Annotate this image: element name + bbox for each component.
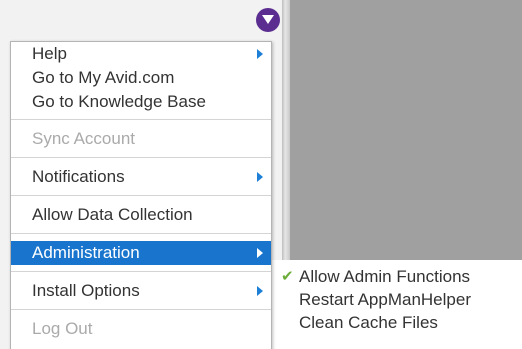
submenu-arrow-icon xyxy=(257,172,263,182)
submenu-arrow-icon xyxy=(257,286,263,296)
menu-item-label: Notifications xyxy=(32,167,125,186)
submenu-item-label: Restart AppManHelper xyxy=(299,290,471,309)
menu-item-label: Administration xyxy=(32,243,140,262)
background-window xyxy=(290,0,522,262)
submenu-arrow-icon xyxy=(257,49,263,59)
submenu-item-restart-appmanhelper[interactable]: Restart AppManHelper xyxy=(278,288,522,311)
menu-item-log-out: Log Out xyxy=(11,317,271,341)
menu-item-administration[interactable]: Administration xyxy=(11,241,271,265)
menu-item-label: Sync Account xyxy=(32,129,136,148)
help-group: Help Go to My Avid.com Go to Knowledge B… xyxy=(11,42,271,120)
submenu-item-label: Allow Admin Functions xyxy=(299,267,471,286)
install-group: Install Options xyxy=(11,272,271,310)
submenu-item-label: Clean Cache Files xyxy=(299,313,438,332)
sync-group: Sync Account xyxy=(11,120,271,158)
chevron-down-icon xyxy=(262,15,274,24)
data-collection-group: Allow Data Collection xyxy=(11,196,271,234)
submenu-item-allow-admin-functions[interactable]: ✔ Allow Admin Functions xyxy=(278,265,522,288)
menu-item-label: Help xyxy=(32,44,67,63)
menu-item-label: Allow Data Collection xyxy=(32,205,193,224)
menu-item-install-options[interactable]: Install Options xyxy=(11,279,271,303)
administration-group: Administration xyxy=(11,234,271,272)
menu-item-sync-account: Sync Account xyxy=(11,127,271,151)
submenu-item-clean-cache-files[interactable]: Clean Cache Files xyxy=(278,311,522,334)
menu-item-go-knowledge-base[interactable]: Go to Knowledge Base xyxy=(11,90,271,114)
logout-group: Log Out xyxy=(11,310,271,341)
dropdown-menu: Help Go to My Avid.com Go to Knowledge B… xyxy=(10,41,272,349)
desktop: Help Go to My Avid.com Go to Knowledge B… xyxy=(0,0,522,349)
submenu-arrow-icon xyxy=(257,248,263,258)
menu-trigger-button[interactable] xyxy=(256,8,280,32)
menu-item-label: Install Options xyxy=(32,281,140,300)
administration-submenu: ✔ Allow Admin Functions Restart AppManHe… xyxy=(278,265,522,334)
menu-item-label: Log Out xyxy=(32,319,93,338)
notifications-group: Notifications xyxy=(11,158,271,196)
menu-item-label: Go to My Avid.com xyxy=(32,68,175,87)
menu-item-label: Go to Knowledge Base xyxy=(32,92,206,111)
checkmark-icon: ✔ xyxy=(281,268,294,285)
menu-item-allow-data-collection[interactable]: Allow Data Collection xyxy=(11,203,271,227)
menu-item-go-my-avid[interactable]: Go to My Avid.com xyxy=(11,66,271,90)
menu-item-help[interactable]: Help xyxy=(11,42,271,66)
menu-item-notifications[interactable]: Notifications xyxy=(11,165,271,189)
